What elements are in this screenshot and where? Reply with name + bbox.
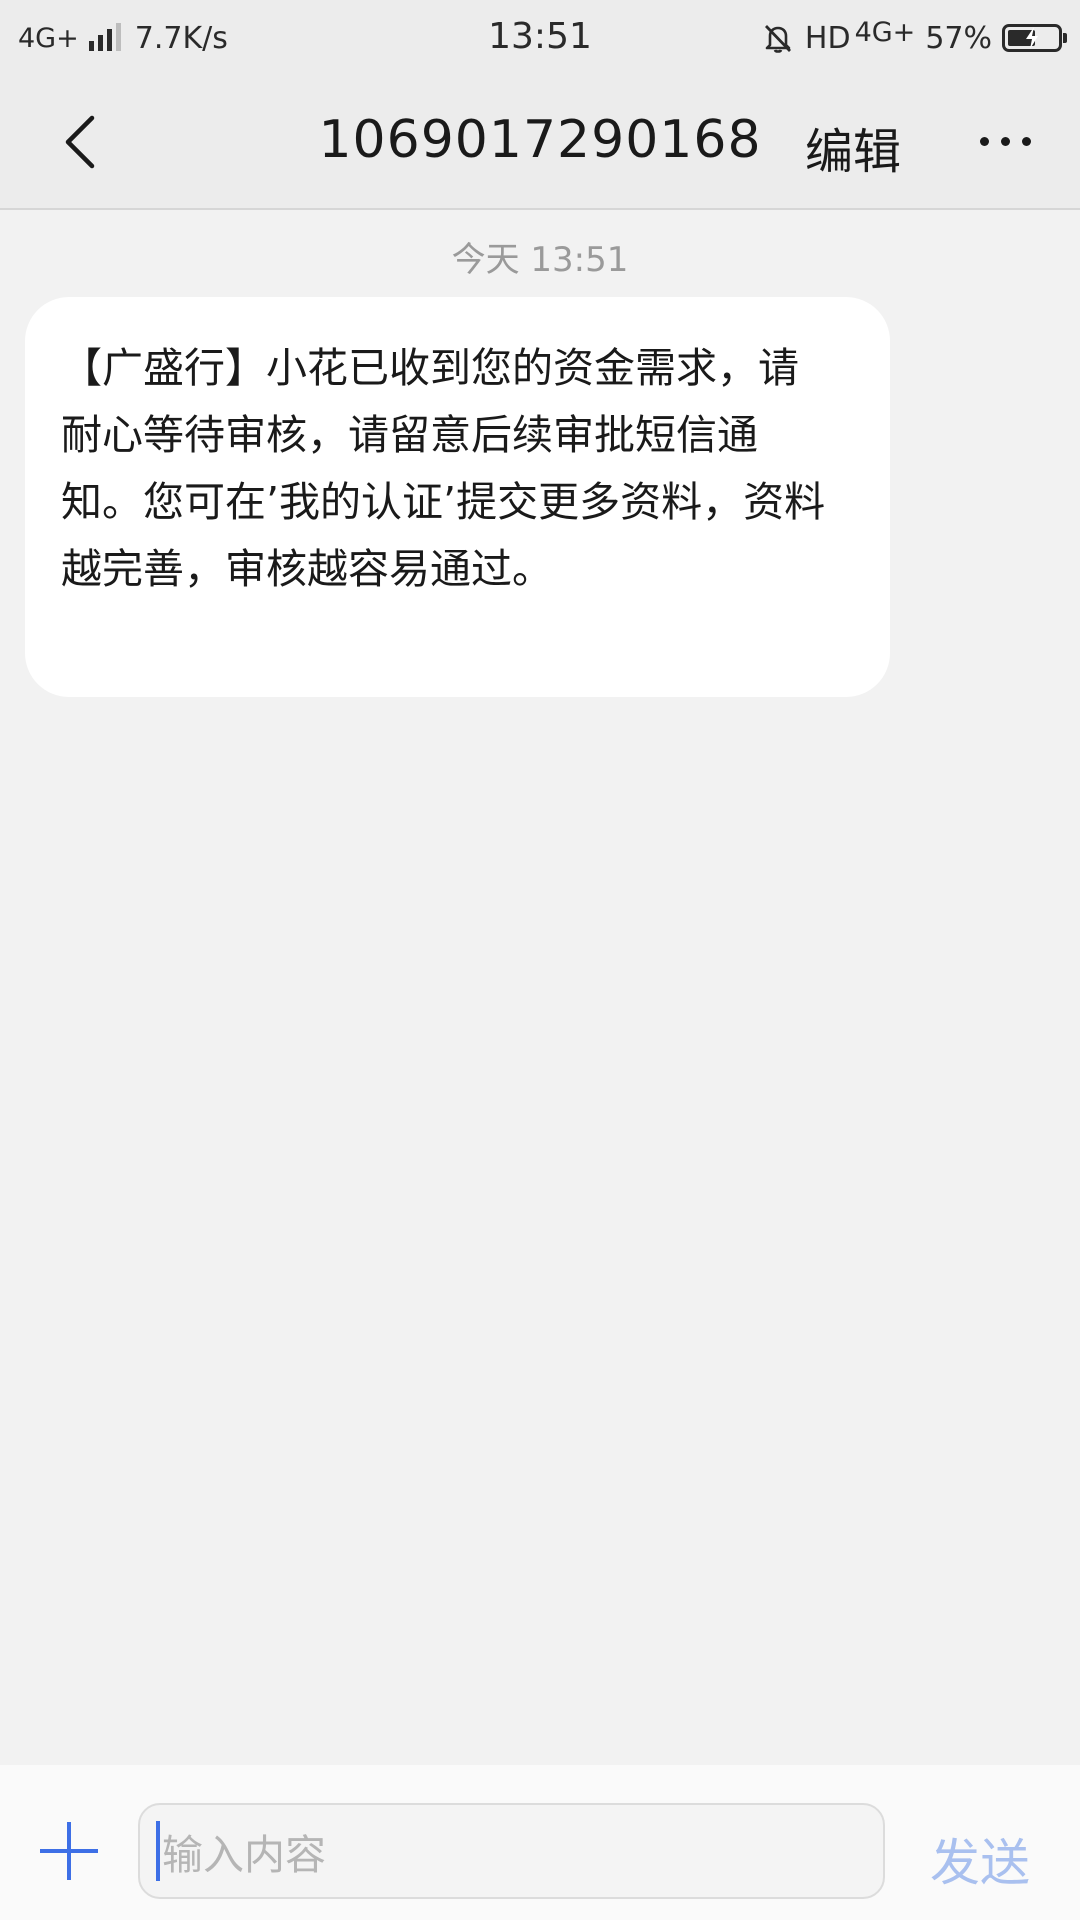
- title-bar: 1069017290168 编辑: [0, 76, 1080, 210]
- edit-button[interactable]: 编辑: [805, 112, 901, 182]
- message-text: 【广盛行】小花已收到您的资金需求，请耐心等待审核，请留意后续审批短信通知。您可在…: [61, 344, 826, 593]
- conversation-title: 1069017290168: [318, 110, 762, 170]
- plus-icon[interactable]: [40, 1822, 98, 1880]
- incoming-message-bubble[interactable]: 【广盛行】小花已收到您的资金需求，请耐心等待审核，请留意后续审批短信通知。您可在…: [25, 297, 890, 697]
- text-cursor: [156, 1821, 160, 1881]
- battery-percent: 57%: [925, 20, 992, 56]
- bell-off-icon: [764, 25, 791, 53]
- hd-voice-label: HD: [804, 20, 851, 56]
- battery-charging-icon: [1002, 24, 1067, 52]
- message-input[interactable]: 输入内容: [138, 1803, 885, 1899]
- network-type-label-2: 4G+: [854, 16, 916, 48]
- more-options-button[interactable]: [960, 106, 1050, 176]
- status-bar: 4G+ 7.7K/s 13:51 HD 4G+ 57%: [0, 0, 1080, 76]
- composer-bar: 输入内容 发送: [0, 1765, 1080, 1920]
- more-horizontal-icon: [979, 136, 989, 146]
- input-placeholder: 输入内容: [162, 1831, 326, 1879]
- message-list[interactable]: 今天 13:51 【广盛行】小花已收到您的资金需求，请耐心等待审核，请留意后续审…: [0, 210, 1080, 1765]
- send-button[interactable]: 发送: [930, 1823, 1030, 1895]
- message-timestamp: 今天 13:51: [451, 240, 629, 280]
- status-bar-right: HD 4G+ 57%: [761, 16, 1067, 58]
